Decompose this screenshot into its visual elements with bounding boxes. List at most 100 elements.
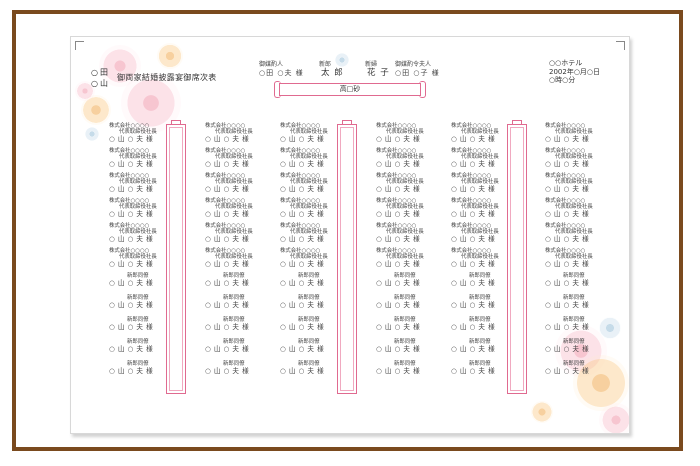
guest-name: ○ 山 ○ 夫 様 — [280, 135, 325, 144]
matchmaker-wife-label: 御媒酌令夫人 — [395, 61, 432, 68]
guest-entry: 株式会社○○○○ 代表取締役社長 ○ 山 ○ 夫 様 — [109, 123, 179, 148]
guest-entry: 株式会社○○○○ 代表取締役社長 ○ 山 ○ 夫 様 — [280, 173, 350, 198]
guest-name: ○ 山 ○ 夫 様 — [280, 323, 325, 332]
guest-name: ○ 山 ○ 夫 様 — [545, 301, 590, 310]
guest-name: ○ 山 ○ 夫 様 — [451, 301, 496, 310]
event-time: ○時○分 — [549, 76, 576, 84]
guest-entry: 新郎同僚 ○ 山 ○ 夫 様 — [545, 273, 615, 295]
guest-entry: 株式会社○○○○ 代表取締役社長 ○ 山 ○ 夫 様 — [376, 123, 446, 148]
guest-entry: 株式会社○○○○ 代表取締役社長 ○ 山 ○ 夫 様 — [205, 198, 275, 223]
head-table: 高□砂 — [274, 81, 426, 98]
flower-decoration-icon — [599, 403, 629, 433]
guest-entry: 株式会社○○○○ 代表取締役社長 ○ 山 ○ 夫 様 — [280, 148, 350, 173]
guest-entry: 株式会社○○○○ 代表取締役社長 ○ 山 ○ 夫 様 — [205, 223, 275, 248]
guest-entry: 新郎同僚 ○ 山 ○ 夫 様 — [545, 361, 615, 383]
flower-decoration-icon — [157, 43, 183, 69]
guest-entry: 新郎同僚 ○ 山 ○ 夫 様 — [451, 361, 521, 383]
hotel-name: ○○ホテル — [549, 59, 583, 67]
guest-entry: 新郎同僚 ○ 山 ○ 夫 様 — [109, 295, 179, 317]
guest-name: ○ 山 ○ 夫 様 — [205, 135, 250, 144]
guest-entry: 株式会社○○○○ 代表取締役社長 ○ 山 ○ 夫 様 — [280, 123, 350, 148]
guest-name: ○ 山 ○ 夫 様 — [451, 235, 496, 244]
guest-name: ○ 山 ○ 夫 様 — [205, 323, 250, 332]
venue-info: ○○ホテル 2002年○月○日 ○時○分 — [549, 59, 600, 85]
guest-name: ○ 山 ○ 夫 様 — [280, 279, 325, 288]
guest-entry: 新郎同僚 ○ 山 ○ 夫 様 — [109, 361, 179, 383]
guest-column: 株式会社○○○○ 代表取締役社長 ○ 山 ○ 夫 様株式会社○○○○ 代表取締役社長 ○… — [376, 123, 446, 383]
guest-entry: 新郎同僚 ○ 山 ○ 夫 様 — [451, 317, 521, 339]
guest-name: ○ 山 ○ 夫 様 — [109, 160, 154, 169]
guest-name: ○ 山 ○ 夫 様 — [109, 367, 154, 376]
guest-entry: 株式会社○○○○ 代表取締役社長 ○ 山 ○ 夫 様 — [545, 198, 615, 223]
guest-name: ○ 山 ○ 夫 様 — [205, 185, 250, 194]
guest-column: 株式会社○○○○ 代表取締役社長 ○ 山 ○ 夫 様株式会社○○○○ 代表取締役社長 ○… — [451, 123, 521, 383]
guest-name: ○ 山 ○ 夫 様 — [545, 160, 590, 169]
guest-name: ○ 山 ○ 夫 様 — [205, 279, 250, 288]
guest-name: ○ 山 ○ 夫 様 — [280, 160, 325, 169]
guest-name: ○ 山 ○ 夫 様 — [451, 345, 496, 354]
guest-column: 株式会社○○○○ 代表取締役社長 ○ 山 ○ 夫 様株式会社○○○○ 代表取締役社長 ○… — [109, 123, 179, 383]
guest-name: ○ 山 ○ 夫 様 — [545, 367, 590, 376]
guest-name: ○ 山 ○ 夫 様 — [109, 279, 154, 288]
guest-name: ○ 山 ○ 夫 様 — [280, 210, 325, 219]
guest-name: ○ 山 ○ 夫 様 — [451, 279, 496, 288]
bride: 新婦 花 子 — [361, 61, 390, 77]
guest-entry: 新郎同僚 ○ 山 ○ 夫 様 — [205, 295, 275, 317]
guest-entry: 株式会社○○○○ 代表取締役社長 ○ 山 ○ 夫 様 — [545, 223, 615, 248]
guest-entry: 新郎同僚 ○ 山 ○ 夫 様 — [545, 317, 615, 339]
guest-entry: 株式会社○○○○ 代表取締役社長 ○ 山 ○ 夫 様 — [451, 248, 521, 273]
guest-entry: 新郎同僚 ○ 山 ○ 夫 様 — [205, 273, 275, 295]
guest-name: ○ 山 ○ 夫 様 — [376, 210, 421, 219]
guest-entry: 株式会社○○○○ 代表取締役社長 ○ 山 ○ 夫 様 — [109, 198, 179, 223]
crop-mark — [75, 41, 84, 50]
guest-name: ○ 山 ○ 夫 様 — [545, 210, 590, 219]
guest-name: ○ 山 ○ 夫 様 — [376, 160, 421, 169]
family-name: 田 — [99, 68, 108, 77]
guest-entry: 株式会社○○○○ 代表取締役社長 ○ 山 ○ 夫 様 — [109, 173, 179, 198]
guest-entry: 株式会社○○○○ 代表取締役社長 ○ 山 ○ 夫 様 — [280, 198, 350, 223]
guest-name: ○ 山 ○ 夫 様 — [376, 260, 421, 269]
guest-entry: 株式会社○○○○ 代表取締役社長 ○ 山 ○ 夫 様 — [376, 223, 446, 248]
guest-name: ○ 山 ○ 夫 様 — [109, 323, 154, 332]
guest-entry: 新郎同僚 ○ 山 ○ 夫 様 — [545, 295, 615, 317]
guest-entry: 新郎同僚 ○ 山 ○ 夫 様 — [451, 339, 521, 361]
guest-entry: 株式会社○○○○ 代表取締役社長 ○ 山 ○ 夫 様 — [545, 148, 615, 173]
guest-name: ○ 山 ○ 夫 様 — [280, 260, 325, 269]
guest-entry: 株式会社○○○○ 代表取締役社長 ○ 山 ○ 夫 様 — [376, 173, 446, 198]
guest-column: 株式会社○○○○ 代表取締役社長 ○ 山 ○ 夫 様株式会社○○○○ 代表取締役社長 ○… — [545, 123, 615, 383]
guest-name: ○ 山 ○ 夫 様 — [205, 210, 250, 219]
document-title: 御両家結婚披露宴御席次表 — [117, 73, 217, 82]
guest-column: 株式会社○○○○ 代表取締役社長 ○ 山 ○ 夫 様株式会社○○○○ 代表取締役社長 ○… — [205, 123, 275, 383]
guest-name: ○ 山 ○ 夫 様 — [451, 210, 496, 219]
seating-chart-sheet: ○ 田 ○ 山 御両家結婚披露宴御席次表 御媒酌人 ○田 ○夫 様 新郎 太 郎 新… — [70, 36, 630, 434]
guest-column: 株式会社○○○○ 代表取締役社長 ○ 山 ○ 夫 様株式会社○○○○ 代表取締役社長 ○… — [280, 123, 350, 383]
guest-name: ○ 山 ○ 夫 様 — [376, 135, 421, 144]
event-date: 2002年○月○日 — [549, 67, 601, 76]
crop-mark — [616, 41, 625, 50]
guest-name: ○ 山 ○ 夫 様 — [376, 279, 421, 288]
guest-entry: 新郎同僚 ○ 山 ○ 夫 様 — [376, 361, 446, 383]
guest-entry: 新郎同僚 ○ 山 ○ 夫 様 — [376, 317, 446, 339]
guest-entry: 新郎同僚 ○ 山 ○ 夫 様 — [376, 273, 446, 295]
guest-entry: 新郎同僚 ○ 山 ○ 夫 様 — [280, 295, 350, 317]
guest-entry: 株式会社○○○○ 代表取締役社長 ○ 山 ○ 夫 様 — [280, 223, 350, 248]
guest-entry: 株式会社○○○○ 代表取締役社長 ○ 山 ○ 夫 様 — [376, 248, 446, 273]
guest-name: ○ 山 ○ 夫 様 — [109, 345, 154, 354]
guest-name: ○ 山 ○ 夫 様 — [280, 301, 325, 310]
guest-entry: 新郎同僚 ○ 山 ○ 夫 様 — [280, 273, 350, 295]
guest-name: ○ 山 ○ 夫 様 — [280, 345, 325, 354]
guest-name: ○ 山 ○ 夫 様 — [205, 301, 250, 310]
guest-entry: 新郎同僚 ○ 山 ○ 夫 様 — [280, 361, 350, 383]
guest-name: ○ 山 ○ 夫 様 — [451, 367, 496, 376]
guest-entry: 株式会社○○○○ 代表取締役社長 ○ 山 ○ 夫 様 — [545, 123, 615, 148]
guest-entry: 新郎同僚 ○ 山 ○ 夫 様 — [205, 339, 275, 361]
guest-name: ○ 山 ○ 夫 様 — [451, 185, 496, 194]
matchmaker-label: 御媒酌人 — [259, 61, 284, 68]
guest-entry: 株式会社○○○○ 代表取締役社長 ○ 山 ○ 夫 様 — [451, 148, 521, 173]
guest-entry: 新郎同僚 ○ 山 ○ 夫 様 — [109, 317, 179, 339]
guest-entry: 新郎同僚 ○ 山 ○ 夫 様 — [376, 295, 446, 317]
guest-entry: 株式会社○○○○ 代表取締役社長 ○ 山 ○ 夫 様 — [205, 148, 275, 173]
matchmaker-name: ○田 ○夫 様 — [259, 69, 304, 77]
matchmaker-wife: 御媒酌令夫人 ○田 ○子 様 — [395, 61, 440, 77]
guest-entry: 株式会社○○○○ 代表取締役社長 ○ 山 ○ 夫 様 — [109, 248, 179, 273]
